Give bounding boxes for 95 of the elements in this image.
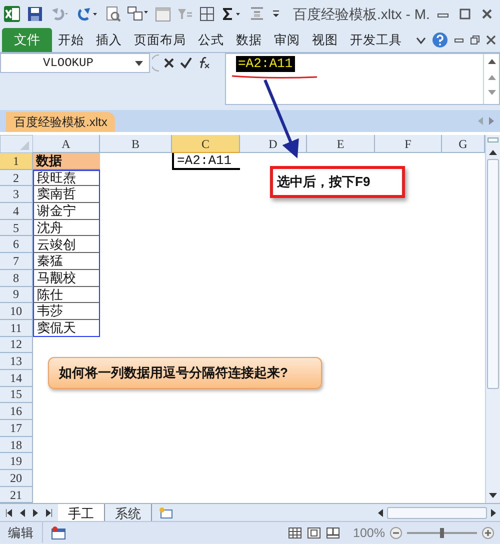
- ribbon-tab[interactable]: 公式: [192, 28, 230, 52]
- dropdown-arrow-icon[interactable]: [135, 61, 143, 67]
- scroll-down-icon[interactable]: [489, 493, 497, 500]
- normal-view-icon[interactable]: [288, 526, 302, 539]
- table-cell: 段旺焘: [33, 170, 100, 186]
- sheet-tab[interactable]: 手工: [58, 504, 105, 522]
- row-header[interactable]: 12: [0, 336, 33, 354]
- ribbon-tab[interactable]: 视图: [306, 28, 344, 52]
- row-header[interactable]: 18: [0, 436, 33, 454]
- column-header[interactable]: F: [375, 135, 442, 153]
- previous-sheet-icon[interactable]: [20, 508, 25, 517]
- row-header[interactable]: 19: [0, 453, 33, 470]
- formula-text[interactable]: =A2:A11: [236, 56, 295, 72]
- ribbon-tab[interactable]: 数据: [230, 28, 268, 52]
- page-layout-icon[interactable]: [307, 526, 322, 539]
- macro-record-icon[interactable]: [51, 526, 67, 540]
- close-icon[interactable]: [481, 8, 493, 20]
- table-cell: 云竣创: [33, 236, 100, 254]
- close-icon[interactable]: [486, 35, 496, 45]
- column-header[interactable]: G: [442, 135, 485, 153]
- ribbon-tab[interactable]: 开始: [52, 28, 90, 52]
- scroll-thumb[interactable]: [487, 159, 499, 389]
- zoom-slider-thumb[interactable]: [440, 528, 444, 538]
- help-icon[interactable]: [432, 32, 448, 48]
- row-header[interactable]: 16: [0, 403, 33, 420]
- name-box[interactable]: VLOOKUP: [0, 53, 150, 73]
- row-header[interactable]: 2: [0, 170, 33, 186]
- save-icon[interactable]: [27, 6, 43, 22]
- row-header[interactable]: 17: [0, 420, 33, 437]
- row-header[interactable]: 14: [0, 370, 33, 387]
- callout-note: 选中后，按下F9: [270, 166, 405, 198]
- column-header[interactable]: E: [307, 135, 375, 153]
- scroll-left-icon[interactable]: [378, 508, 383, 517]
- first-sheet-icon[interactable]: [6, 508, 12, 517]
- table-cell: 韦莎: [33, 303, 100, 320]
- sheet-tab[interactable]: 系统: [105, 504, 152, 522]
- row-header[interactable]: 3: [0, 186, 33, 204]
- row-header[interactable]: 4: [0, 203, 33, 220]
- status-mode: 编辑: [0, 522, 43, 544]
- question-banner: 如何将一列数据用逗号分隔符连接起来?: [48, 357, 322, 389]
- column-header[interactable]: C: [172, 135, 240, 153]
- zoom-in-icon[interactable]: [482, 526, 494, 539]
- ribbon-tab[interactable]: 页面布局: [128, 28, 192, 52]
- column-header[interactable]: B: [100, 135, 172, 153]
- row-header[interactable]: 11: [0, 320, 33, 337]
- row-header[interactable]: 13: [0, 353, 33, 370]
- file-tab[interactable]: 文件: [2, 28, 52, 52]
- cell-input[interactable]: =A2:A11: [172, 153, 240, 170]
- page-break-icon[interactable]: [326, 526, 340, 539]
- row-header[interactable]: 5: [0, 220, 33, 236]
- collapse-ribbon-icon[interactable]: [416, 35, 426, 45]
- align-icon[interactable]: [249, 6, 265, 22]
- row-header[interactable]: 8: [0, 270, 33, 286]
- scroll-up-icon[interactable]: [488, 58, 496, 64]
- row-header[interactable]: 15: [0, 386, 33, 404]
- borders-icon[interactable]: [199, 6, 215, 22]
- ribbon-tab[interactable]: 插入: [90, 28, 128, 52]
- window-title: 百度经验模板.xltx - M.: [293, 4, 430, 24]
- next-sheet-icon[interactable]: [33, 508, 38, 517]
- table-cell: 马觏校: [33, 270, 100, 286]
- scroll-up-icon[interactable]: [489, 149, 497, 155]
- row-header[interactable]: 21: [0, 486, 33, 504]
- row-header[interactable]: 7: [0, 253, 33, 270]
- table-cell: 陈仕: [33, 286, 100, 304]
- last-sheet-icon[interactable]: [46, 508, 52, 517]
- row-header[interactable]: 10: [0, 303, 33, 320]
- zoom-level[interactable]: 100%: [353, 524, 385, 542]
- row-header[interactable]: 20: [0, 470, 33, 487]
- cancel-icon[interactable]: [163, 57, 175, 69]
- row-header[interactable]: 6: [0, 236, 33, 254]
- table-cell: 谢金宁: [33, 203, 100, 220]
- print-preview-icon[interactable]: [105, 6, 121, 22]
- row-header[interactable]: 9: [0, 286, 33, 304]
- table-cell: 窦南哲: [33, 186, 100, 204]
- table-cell: 沈舟: [33, 220, 100, 236]
- zoom-out-icon[interactable]: [390, 526, 402, 539]
- maximize-icon[interactable]: [459, 8, 471, 20]
- redo-icon[interactable]: [77, 6, 99, 22]
- scroll-right-icon[interactable]: [491, 508, 496, 517]
- insert-sheet-icon[interactable]: [158, 506, 174, 519]
- horizontal-scrollbar[interactable]: [387, 506, 487, 519]
- workbook-tab[interactable]: 百度经验模板.xltx: [6, 112, 116, 132]
- excel-logo-icon[interactable]: [3, 5, 21, 23]
- table-cell: 数据: [33, 153, 100, 170]
- table-cell: 秦猛: [33, 253, 100, 270]
- ribbon-tab[interactable]: 审阅: [268, 28, 306, 52]
- table-cell: 窦侃天: [33, 320, 100, 337]
- split-handle-icon[interactable]: [487, 137, 499, 143]
- row-header[interactable]: 1: [0, 153, 33, 170]
- layout-icon[interactable]: [127, 6, 149, 22]
- ribbon-tab[interactable]: 开发工具: [344, 28, 408, 52]
- restore-icon[interactable]: [470, 35, 480, 45]
- enter-checkmark-icon[interactable]: [180, 57, 192, 69]
- sum-icon[interactable]: [221, 6, 243, 22]
- grip-icon: [152, 54, 160, 72]
